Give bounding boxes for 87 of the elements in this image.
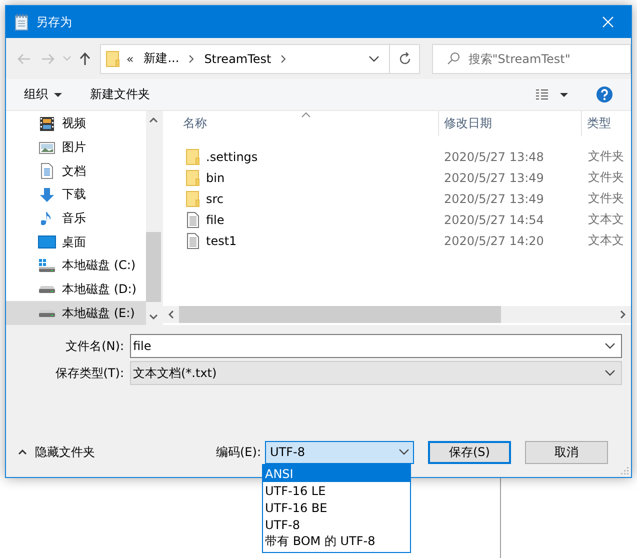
file-name[interactable]: bin [206,170,225,184]
overflow-chevron[interactable]: « [126,52,134,66]
new-folder-button[interactable]: 新建文件夹 [84,82,156,107]
forward-arrow-icon [40,52,55,64]
date-modified: 2020/5/27 14:54 [444,212,545,226]
desktop-icon [38,235,56,250]
file-name[interactable]: src [206,192,224,206]
text-file-icon [186,232,200,248]
folder-icon [186,190,200,206]
dialog-button[interactable]: 取消 [525,440,608,464]
sidebar-item[interactable]: 本地磁盘 (C:) [6,254,146,278]
folder-icon [106,50,120,66]
file-name[interactable]: file [206,212,224,226]
chevron-down-icon [369,56,380,62]
column-header[interactable]: 类型 [581,111,631,136]
date-modified: 2020/5/27 14:20 [444,234,545,248]
sidebar-item[interactable]: 下载 [6,183,146,207]
window-title: 另存为 [36,14,73,30]
date-modified: 2020/5/27 13:49 [444,192,545,206]
encoding-label: 编码(E): [216,444,261,460]
drive-icon [39,310,55,317]
horizontal-scrollbar[interactable] [163,306,631,323]
file-name[interactable]: test1 [206,234,237,248]
search-field[interactable]: 搜索"StreamTest" [468,44,628,72]
scroll-up-icon [149,116,158,122]
image-icon [39,140,55,154]
file-type: 文本文 [588,232,625,249]
chevron-down-icon [605,370,615,376]
file-type: 文件夹 [588,148,625,165]
chevron-down-icon [62,56,71,61]
chevron-down-icon [605,343,615,349]
file-type: 文本文 [588,211,625,228]
refresh-button[interactable] [390,44,420,74]
encoding-option[interactable]: ANSI [263,465,410,482]
film-icon [39,116,55,132]
notepad-icon [14,13,30,31]
sidebar-item[interactable]: 图片 [6,136,146,160]
search-icon [447,52,460,65]
chevron-right-icon [189,54,194,62]
address-bar[interactable]: « 新建... StreamTest [100,44,390,74]
document-icon [40,163,54,180]
chevron-up-icon [18,449,27,455]
file-type: 文件夹 [588,169,625,186]
date-modified: 2020/5/27 13:49 [444,170,545,184]
down-arrow-icon [39,186,55,203]
file-name[interactable]: .settings [206,150,258,164]
breadcrumb-item[interactable]: 新建... [144,50,180,67]
file-type: 文件夹 [588,190,625,207]
column-header[interactable]: 名称 [163,111,438,136]
dropdown-caret-icon [54,92,62,96]
folder-icon [186,170,200,186]
chevron-right-icon [281,54,286,62]
drive-icon [38,258,56,273]
sidebar-item[interactable]: 本地磁盘 (D:) [6,278,146,302]
scroll-left-icon [168,310,174,319]
music-note-icon [41,210,53,227]
text-file-icon [186,212,200,228]
search-box[interactable]: 搜索"StreamTest" [432,44,631,74]
field-label: 文件名(N): [64,338,125,354]
breadcrumb-item[interactable]: StreamTest [204,52,272,66]
sidebar-item[interactable]: 文档 [6,159,146,184]
drive-icon [39,286,55,294]
hide-folders-button[interactable]: 隐藏文件夹 [6,444,216,460]
sort-caret-icon [301,112,311,118]
back-arrow-icon [16,52,31,64]
sidebar-item[interactable]: 音乐 [6,206,146,230]
resize-grip-icon [621,467,629,475]
close-icon [602,16,614,28]
column-header[interactable]: 修改日期 [438,111,581,136]
vertical-scrollbar[interactable] [146,111,161,325]
scroll-right-icon [620,310,626,319]
sidebar-item[interactable]: 本地磁盘 (E:) [6,301,146,326]
up-arrow-icon [79,52,92,66]
chevron-down-icon [399,449,409,455]
organize-menu[interactable]: 组织 [18,82,68,107]
scroll-down-icon [149,314,158,320]
dropdown-caret-icon [560,92,568,96]
details-view-icon [535,88,549,100]
date-modified: 2020/5/27 13:48 [444,150,545,164]
folder-icon [186,148,200,164]
sidebar-item[interactable]: 视频 [6,112,146,136]
sidebar-item[interactable]: 桌面 [6,230,146,254]
field-label: 保存类型(T): [54,364,125,382]
refresh-icon [398,52,411,65]
encoding-dropdown[interactable]: UTF-8 [265,440,414,464]
help-icon [596,86,613,103]
dialog-button[interactable]: 保存(S) [428,440,511,464]
